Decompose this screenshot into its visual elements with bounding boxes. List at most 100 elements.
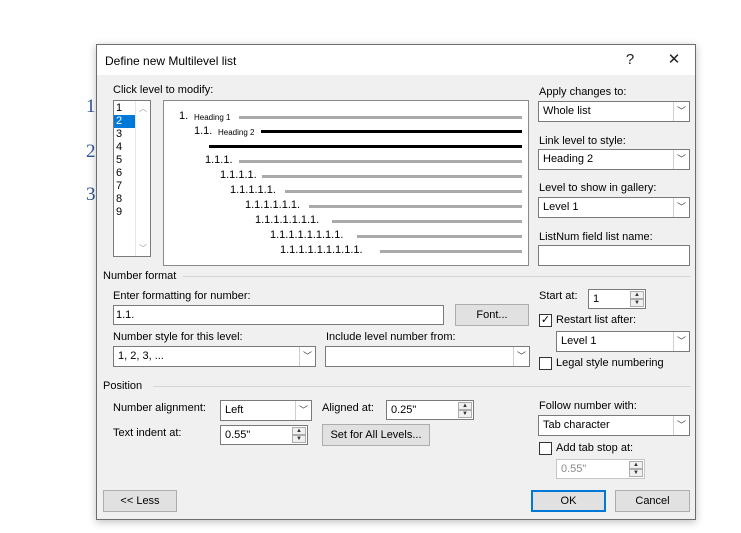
- listnum-label: ListNum field list name:: [539, 231, 653, 243]
- number-format-heading: Number format: [103, 270, 177, 282]
- link-style-select[interactable]: Heading 2 ﹀: [538, 149, 690, 170]
- preview-row-7: 1.1.1.1.1.1.1.: [255, 214, 320, 226]
- spin-down-icon[interactable]: ▼: [458, 410, 472, 418]
- preview-level1-text: Heading 1: [194, 113, 231, 122]
- level-item-7[interactable]: 7: [114, 180, 136, 193]
- include-level-label: Include level number from:: [326, 331, 456, 343]
- multilevel-list-dialog: Define new Multilevel list ? ✕ Click lev…: [96, 44, 696, 520]
- enter-format-label: Enter formatting for number:: [113, 290, 251, 302]
- listnum-input[interactable]: [538, 245, 690, 266]
- level-item-6[interactable]: 6: [114, 167, 136, 180]
- level-item-1[interactable]: 1: [114, 102, 136, 115]
- section-divider: [153, 386, 691, 387]
- spin-up-icon[interactable]: ▲: [458, 402, 472, 410]
- add-tab-stop-label: Add tab stop at:: [556, 442, 634, 454]
- level-item-3[interactable]: 3: [114, 128, 136, 141]
- preview-line: [285, 190, 522, 193]
- aligned-at-label: Aligned at:: [322, 402, 374, 414]
- start-at-value: 1: [593, 293, 600, 305]
- tab-stop-value: 0.55": [561, 463, 587, 475]
- preview-line: [357, 235, 522, 238]
- number-format-value: 1.1.: [116, 309, 135, 321]
- preview-line: [332, 220, 522, 223]
- preview-level2-number: 1.1.: [194, 125, 213, 137]
- aligned-at-value: 0.25": [391, 404, 417, 416]
- level-scrollbar[interactable]: ︿ ﹀: [135, 101, 150, 256]
- preview-row-8: 1.1.1.1.1.1.1.1.: [270, 229, 344, 241]
- tab-stop-spinner[interactable]: 0.55" ▲ ▼: [556, 459, 645, 479]
- chevron-down-icon[interactable]: ﹀: [673, 102, 689, 121]
- spin-down-icon[interactable]: ▼: [292, 435, 306, 443]
- spin-up-icon[interactable]: ▲: [292, 427, 306, 435]
- include-level-select[interactable]: ﹀: [325, 346, 530, 367]
- number-alignment-select[interactable]: Left ﹀: [220, 400, 312, 421]
- chevron-down-icon[interactable]: ﹀: [295, 401, 311, 420]
- level-listbox[interactable]: 1 2 3 4 5 6 7 8 9 ︿ ﹀: [113, 100, 151, 257]
- spin-up-icon[interactable]: ▲: [629, 461, 643, 469]
- preview-level1-number: 1.: [179, 110, 189, 122]
- gallery-level-select[interactable]: Level 1 ﹀: [538, 197, 690, 218]
- set-all-levels-button[interactable]: Set for All Levels...: [322, 424, 430, 446]
- follow-number-select[interactable]: Tab character ﹀: [538, 415, 690, 436]
- preview-level2-text: Heading 2: [218, 128, 255, 137]
- restart-list-label: Restart list after:: [556, 314, 637, 326]
- level-item-5[interactable]: 5: [114, 154, 136, 167]
- aligned-at-spinner[interactable]: 0.25" ▲ ▼: [386, 400, 474, 420]
- level-item-4[interactable]: 4: [114, 141, 136, 154]
- gallery-level-label: Level to show in gallery:: [539, 182, 657, 194]
- restart-list-checkbox[interactable]: ✓: [539, 314, 552, 327]
- levels-label: Click level to modify:: [113, 84, 214, 96]
- preview-row-4: 1.1.1.1.: [220, 169, 257, 181]
- chevron-down-icon[interactable]: ﹀: [299, 347, 315, 366]
- preview-row-6: 1.1.1.1.1.1.: [245, 199, 301, 211]
- chevron-down-icon[interactable]: ﹀: [673, 198, 689, 217]
- preview-line: [262, 175, 522, 178]
- position-heading: Position: [103, 380, 143, 392]
- level-item-9[interactable]: 9: [114, 206, 136, 219]
- cancel-button[interactable]: Cancel: [615, 490, 690, 512]
- font-button[interactable]: Font...: [455, 304, 529, 326]
- link-style-value: Heading 2: [543, 153, 594, 165]
- follow-number-label: Follow number with:: [539, 400, 637, 412]
- preview-line: [239, 160, 522, 163]
- chevron-down-icon[interactable]: ﹀: [513, 347, 529, 366]
- apply-changes-select[interactable]: Whole list ﹀: [538, 101, 690, 122]
- section-divider: [183, 276, 691, 277]
- scroll-up-icon[interactable]: ︿: [136, 103, 150, 114]
- spin-down-icon[interactable]: ▼: [629, 469, 643, 477]
- chevron-down-icon[interactable]: ﹀: [673, 416, 689, 435]
- chevron-down-icon[interactable]: ﹀: [673, 332, 689, 351]
- text-indent-label: Text indent at:: [113, 427, 182, 439]
- number-alignment-label: Number alignment:: [113, 402, 206, 414]
- apply-changes-value: Whole list: [543, 105, 591, 117]
- add-tab-stop-checkbox[interactable]: [539, 442, 552, 455]
- preview-line: [309, 205, 522, 208]
- chevron-down-icon[interactable]: ﹀: [673, 150, 689, 169]
- text-indent-spinner[interactable]: 0.55" ▲ ▼: [220, 425, 308, 445]
- number-format-input[interactable]: 1.1.: [113, 305, 444, 325]
- number-style-select[interactable]: 1, 2, 3, ... ﹀: [113, 346, 316, 367]
- preview-line: [209, 145, 522, 148]
- list-preview: 1. Heading 1 1.1. Heading 2 1.1.1. 1.1.1…: [163, 100, 529, 266]
- less-button[interactable]: << Less: [103, 490, 177, 512]
- restart-level-select[interactable]: Level 1 ﹀: [556, 331, 690, 352]
- ok-button[interactable]: OK: [531, 490, 606, 512]
- spin-down-icon[interactable]: ▼: [630, 299, 644, 307]
- spin-up-icon[interactable]: ▲: [630, 291, 644, 299]
- preview-row-9: 1.1.1.1.1.1.1.1.1.: [280, 244, 363, 256]
- scroll-down-icon[interactable]: ﹀: [136, 243, 150, 254]
- number-alignment-value: Left: [225, 404, 244, 416]
- preview-line: [261, 130, 522, 133]
- level-item-2[interactable]: 2: [114, 115, 136, 128]
- level-item-8[interactable]: 8: [114, 193, 136, 206]
- help-button[interactable]: ?: [615, 50, 645, 70]
- doc-number-3: 3: [86, 184, 96, 205]
- start-at-spinner[interactable]: 1 ▲ ▼: [588, 289, 646, 309]
- preview-line: [380, 250, 522, 253]
- close-button[interactable]: ✕: [659, 50, 689, 70]
- number-style-value: 1, 2, 3, ...: [118, 350, 164, 362]
- legal-style-checkbox[interactable]: [539, 357, 552, 370]
- number-style-label: Number style for this level:: [113, 331, 243, 343]
- doc-number-1: 1: [86, 96, 96, 117]
- text-indent-value: 0.55": [225, 429, 251, 441]
